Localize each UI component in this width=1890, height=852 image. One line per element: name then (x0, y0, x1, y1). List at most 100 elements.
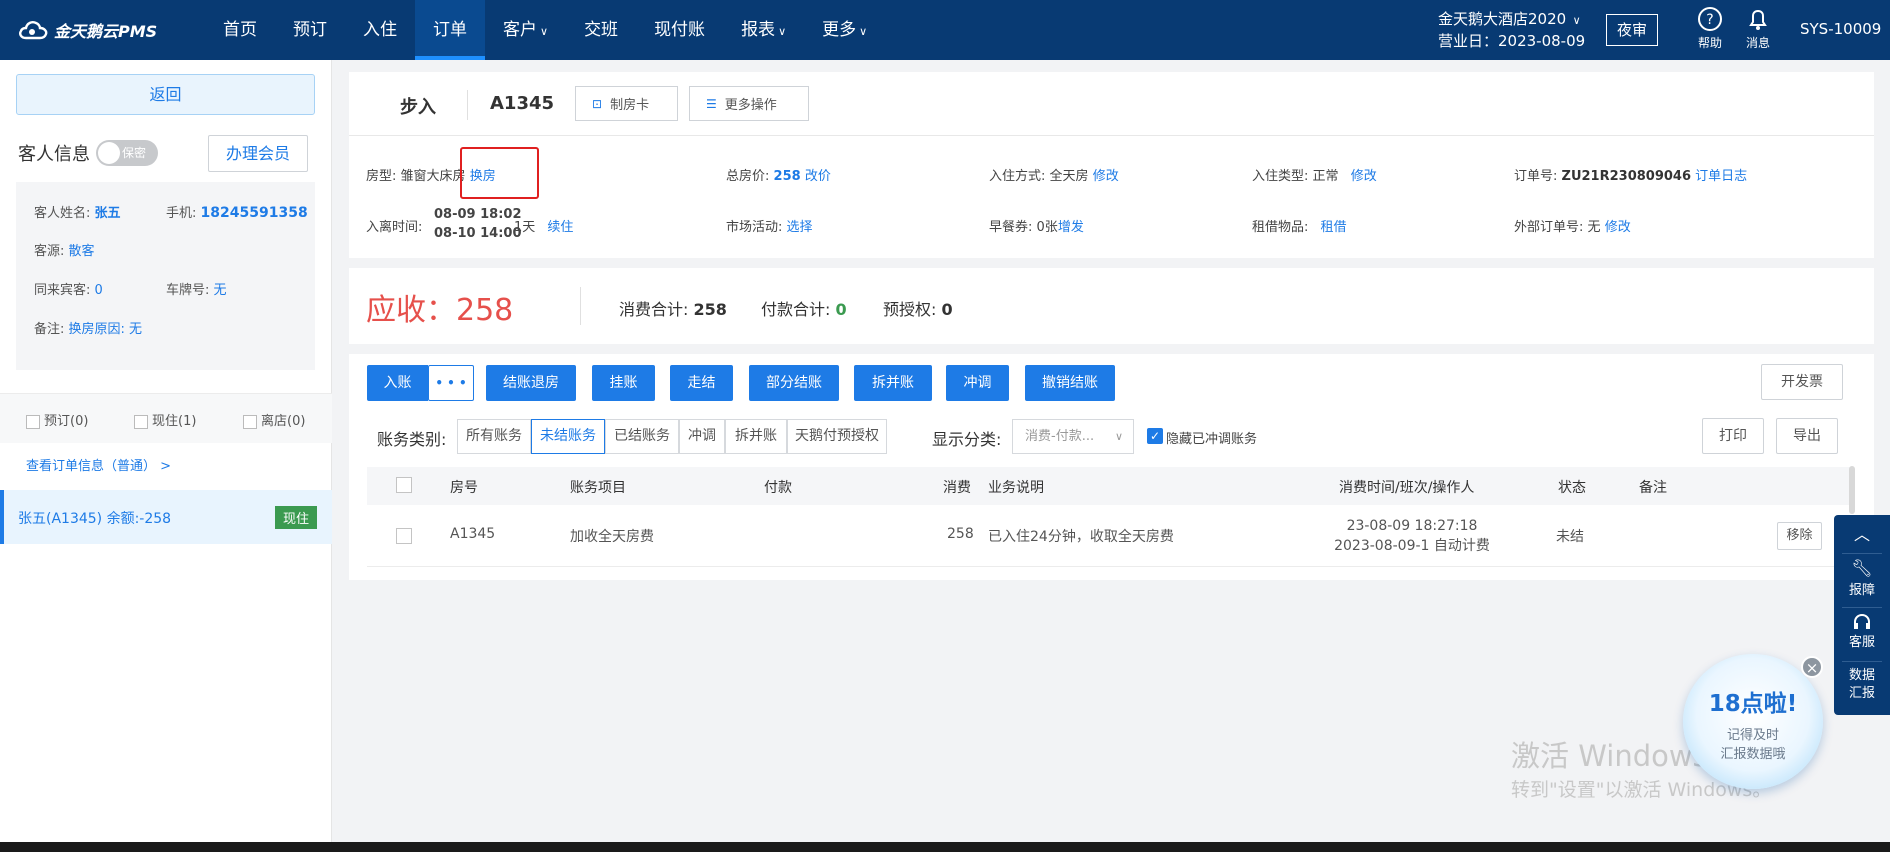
membership-button[interactable]: 办理会员 (208, 135, 308, 172)
checkout-button[interactable]: 结账退房 (486, 365, 576, 401)
night-audit-button[interactable]: 夜审 (1606, 14, 1658, 46)
row-checkbox[interactable] (396, 528, 412, 544)
close-icon[interactable]: × (1801, 656, 1823, 678)
customer-service-button[interactable]: 客服 (1834, 613, 1890, 650)
hide-reversed-checkbox[interactable]: ✓ (1147, 428, 1163, 444)
bubble-line2: 汇报数据哦 (1720, 747, 1786, 762)
source-value[interactable]: 散客 (69, 244, 95, 259)
app-logo[interactable]: 金天鹅云PMS (18, 16, 157, 44)
walk-checkout-button[interactable]: 走结 (670, 365, 733, 401)
nav-home[interactable]: 首页 (205, 0, 275, 60)
post-entry-button[interactable]: 入账 (367, 365, 428, 401)
note-value[interactable]: 换房原因: 无 (69, 322, 143, 337)
partial-checkout-button[interactable]: 部分结账 (749, 365, 839, 401)
field-label: 客人姓名: (34, 206, 91, 221)
back-button[interactable]: 返回 (16, 74, 315, 115)
checkin-type-value: 正常 (1312, 169, 1339, 184)
field-label: 租借物品: (1252, 220, 1309, 235)
reminder-bubble[interactable]: 18点啦! 记得及时 汇报数据哦 (1683, 654, 1823, 789)
data-report-button[interactable]: 数据 汇报 (1834, 667, 1890, 703)
messages-button[interactable]: 消息 (1736, 6, 1780, 51)
hotel-selector[interactable]: 金天鹅大酒店2020 ∨ 营业日：2023-08-09 (1438, 9, 1585, 51)
hotel-name: 金天鹅大酒店2020 (1438, 10, 1567, 28)
filter-preauth[interactable]: 天鹅付预授权 (787, 419, 887, 454)
reverse-button[interactable]: 冲调 (946, 365, 1009, 401)
divider (580, 287, 581, 325)
plate-value[interactable]: 无 (214, 283, 227, 298)
filter-split-merge[interactable]: 拆并账 (725, 419, 787, 454)
nav-customers[interactable]: 客户 ∨ (485, 0, 566, 60)
nav-more[interactable]: 更多 ∨ (804, 0, 885, 60)
add-breakfast-link[interactable]: 增发 (1058, 220, 1084, 235)
table-scrollbar[interactable] (1849, 466, 1855, 514)
chevron-down-icon: ∨ (778, 25, 787, 38)
modify-checkin-mode-link[interactable]: 修改 (1093, 169, 1119, 184)
filter-all[interactable]: 所有账务 (457, 419, 531, 454)
order-log-link[interactable]: 订单日志 (1695, 169, 1747, 184)
total-price-value: 258 (773, 169, 801, 184)
help-button[interactable]: ? 帮助 (1688, 6, 1732, 51)
checkbox[interactable] (134, 414, 148, 429)
guest-name-field: 客人姓名: 张五 (34, 202, 121, 221)
select-all-checkbox[interactable] (396, 477, 412, 493)
checkbox[interactable] (243, 414, 257, 429)
order-number-field: 订单号: ZU21R230809046 订单日志 (1514, 165, 1747, 184)
nav-reports[interactable]: 报表 ∨ (723, 0, 804, 60)
nav-cash-account[interactable]: 现付账 (636, 0, 723, 60)
post-more-button[interactable]: • • • (428, 365, 474, 401)
guest-list-item[interactable]: 张五(A1345) 余额:-258 现住 (0, 490, 332, 544)
nav-checkin[interactable]: 入住 (345, 0, 415, 60)
select-market-link[interactable]: 选择 (787, 220, 813, 235)
print-button[interactable]: 打印 (1702, 418, 1764, 454)
status-departed[interactable]: 离店(0) (243, 410, 305, 429)
collapse-up-icon[interactable]: ︿ (1834, 521, 1890, 545)
cancel-checkout-button[interactable]: 撤销结账 (1025, 365, 1115, 401)
rental-link[interactable]: 租借 (1321, 220, 1347, 235)
total-price-field: 总房价: 258 改价 (726, 165, 831, 184)
cloud-logo-icon (19, 21, 48, 40)
view-order-info-link[interactable]: 查看订单信息（普通） > (26, 455, 171, 474)
status-reserved[interactable]: 预订(0) (26, 410, 88, 429)
companions-field: 同来宾客: 0 (34, 279, 103, 298)
field-label: 入住方式: (989, 169, 1046, 184)
filter-settled[interactable]: 已结账务 (605, 419, 679, 454)
modify-checkin-type-link[interactable]: 修改 (1351, 169, 1377, 184)
phone-field: 手机: 18245591358 (166, 202, 308, 221)
external-order-value: 无 (1587, 220, 1601, 235)
split-merge-button[interactable]: 拆并账 (854, 365, 932, 401)
user-menu[interactable]: SYS-10009 (1800, 20, 1881, 38)
guest-name: 张五 (94, 206, 121, 221)
display-category-select[interactable]: 消费-付款... ∨ (1012, 419, 1134, 454)
nav-label: 订单 (433, 20, 467, 40)
companions-value[interactable]: 0 (95, 283, 103, 298)
floating-side-toolbar: ︿ 🔧︎ 报障 客服 数据 汇报 (1834, 515, 1890, 715)
filter-unsettled[interactable]: 未结账务 (531, 419, 605, 454)
status-in-house[interactable]: 现住(1) (134, 410, 196, 429)
cell-status: 未结 (1556, 529, 1584, 545)
privacy-toggle[interactable]: 保密 (96, 140, 158, 166)
nav-orders[interactable]: 订单 (415, 0, 485, 60)
make-room-card-button[interactable]: ⊡ 制房卡 (575, 86, 678, 121)
nav-label: 报表 (741, 20, 776, 40)
side-label: 汇报 (1848, 686, 1875, 701)
modify-external-order-link[interactable]: 修改 (1605, 220, 1631, 235)
invoice-button[interactable]: 开发票 (1761, 364, 1843, 400)
headset-icon (1854, 613, 1870, 629)
export-button[interactable]: 导出 (1776, 418, 1838, 454)
nav-label: 交班 (584, 20, 619, 40)
divider (467, 90, 468, 120)
chevron-down-icon: ∨ (540, 25, 549, 38)
change-price-link[interactable]: 改价 (805, 169, 831, 184)
highlight-box (460, 147, 539, 199)
checkbox[interactable] (26, 414, 40, 429)
extend-stay-link[interactable]: 续住 (547, 220, 573, 235)
remove-button[interactable]: 移除 (1777, 522, 1822, 550)
nav-shift[interactable]: 交班 (566, 0, 636, 60)
nav-label: 首页 (223, 20, 257, 40)
report-fault-button[interactable]: 🔧︎ 报障 (1834, 559, 1890, 598)
nav-reservation[interactable]: 预订 (275, 0, 345, 60)
filter-reversed[interactable]: 冲调 (679, 419, 725, 454)
divider (1842, 661, 1882, 662)
more-operations-button[interactable]: ☰ 更多操作 (689, 86, 809, 121)
hang-account-button[interactable]: 挂账 (592, 365, 655, 401)
